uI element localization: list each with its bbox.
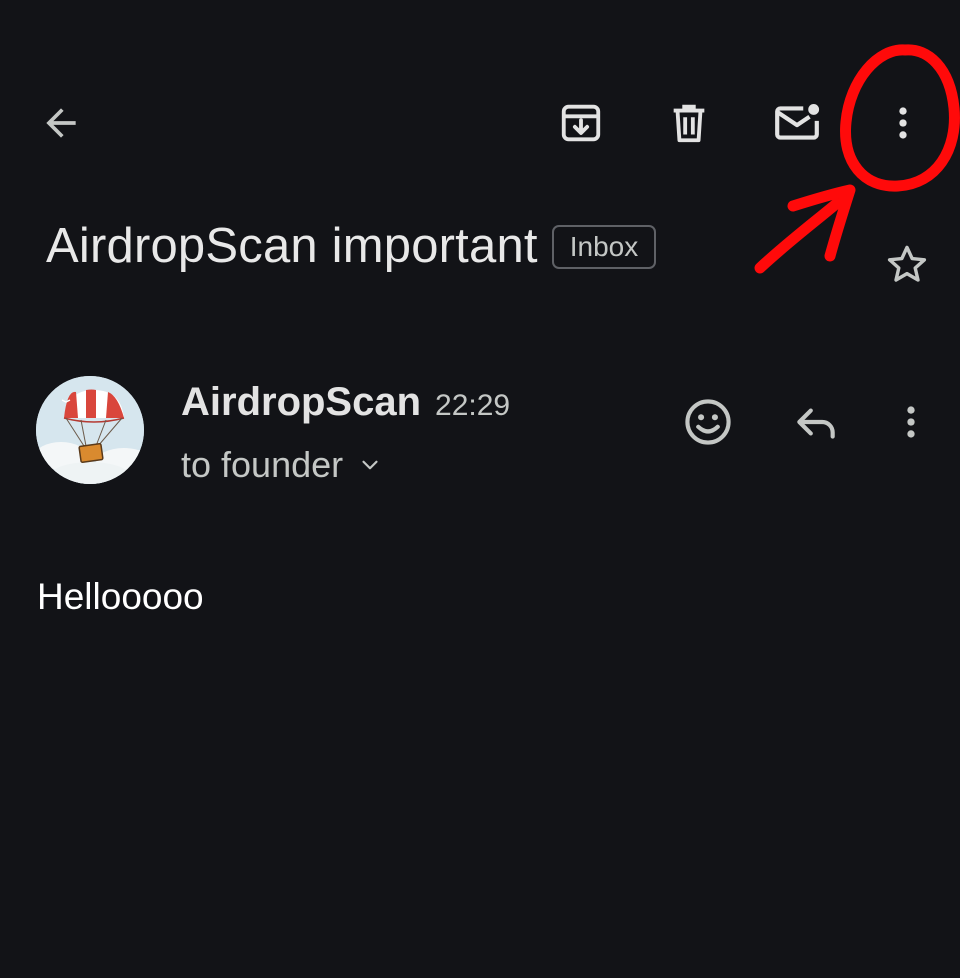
star-button[interactable] xyxy=(876,234,938,296)
annotation-arrow-shaft xyxy=(754,188,854,274)
message-more-options-button[interactable] xyxy=(880,390,942,454)
mark-unread-icon xyxy=(775,104,820,140)
delete-button[interactable] xyxy=(658,92,720,154)
more-options-button[interactable] xyxy=(872,92,934,154)
more-vert-icon xyxy=(899,107,907,139)
parachute-avatar-icon xyxy=(36,376,144,484)
recipient-details-toggle[interactable]: to founder xyxy=(181,444,383,486)
sender-name[interactable]: AirdropScan xyxy=(181,380,421,425)
inbox-label-chip[interactable]: Inbox xyxy=(551,224,657,270)
more-vert-icon xyxy=(907,406,915,438)
star-outline-icon xyxy=(887,245,927,282)
back-button[interactable] xyxy=(30,92,92,154)
recipient-text: to founder xyxy=(181,444,344,485)
archive-button[interactable] xyxy=(550,92,612,154)
chevron-down-icon xyxy=(357,452,383,478)
reply-icon xyxy=(797,408,835,439)
email-subject: AirdropScan important xyxy=(46,219,538,273)
annotation-arrow-head xyxy=(787,184,856,262)
add-reaction-button[interactable] xyxy=(676,390,740,454)
trash-icon xyxy=(673,104,705,143)
email-body: Hellooooo xyxy=(37,576,204,617)
sent-time: 22:29 xyxy=(435,389,511,422)
sender-line: AirdropScan 22:29 xyxy=(181,380,510,425)
arrow-back-icon xyxy=(46,108,76,138)
sender-avatar[interactable] xyxy=(36,376,144,484)
mark-unread-button[interactable] xyxy=(766,92,828,154)
smiley-icon xyxy=(685,399,731,445)
archive-icon xyxy=(561,104,601,142)
reply-button[interactable] xyxy=(784,390,848,454)
subject-row: AirdropScan important Inbox xyxy=(46,218,657,274)
